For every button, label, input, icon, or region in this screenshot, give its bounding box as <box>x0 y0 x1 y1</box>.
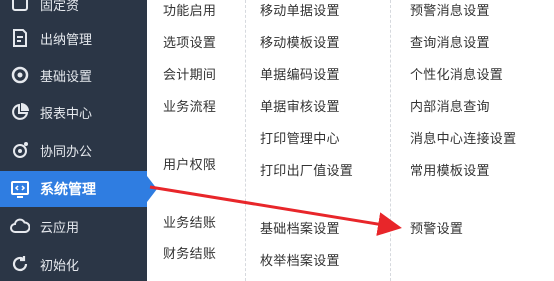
sidebar-item-fixed-assets[interactable]: 固定资 <box>0 0 147 20</box>
sidebar-item-label: 协同办公 <box>40 144 93 160</box>
sidebar-item-basic-settings[interactable]: 基础设置 <box>0 59 147 91</box>
menu-link-print-factory-defaults[interactable]: 打印出厂值设置 <box>260 160 353 179</box>
cashier-icon <box>10 28 30 48</box>
column-divider <box>390 0 391 281</box>
menu-link-business-closing[interactable]: 业务结账 <box>163 212 216 231</box>
sidebar-item-label: 系统管理 <box>40 182 96 198</box>
menu-link-mobile-document-settings[interactable]: 移动单据设置 <box>260 0 340 19</box>
sidebar-item-label: 固定资 <box>40 0 80 14</box>
menu-link-print-management-center[interactable]: 打印管理中心 <box>260 128 340 147</box>
box-icon <box>10 0 30 14</box>
menu-link-financial-closing[interactable]: 财务结账 <box>163 243 216 262</box>
cloud-icon <box>10 216 30 236</box>
menu-link-feature-enable[interactable]: 功能启用 <box>163 0 216 19</box>
menu-link-internal-message-query[interactable]: 内部消息查询 <box>410 96 490 115</box>
sidebar-item-label: 云应用 <box>40 220 80 236</box>
menu-link-common-template-settings[interactable]: 常用模板设置 <box>410 160 490 179</box>
menu-link-accounting-period[interactable]: 会计期间 <box>163 64 216 83</box>
menu-link-enum-archive-settings[interactable]: 枚举档案设置 <box>260 250 340 269</box>
sidebar-item-label: 报表中心 <box>40 106 93 122</box>
sidebar-item-reports[interactable]: 报表中心 <box>0 96 147 128</box>
refresh-icon <box>10 254 30 274</box>
menu-link-query-message-settings[interactable]: 查询消息设置 <box>410 32 490 51</box>
menu-link-document-approval-settings[interactable]: 单据审核设置 <box>260 96 340 115</box>
menu-link-options-settings[interactable]: 选项设置 <box>163 32 216 51</box>
pie-chart-icon <box>10 102 30 122</box>
menu-link-document-numbering-settings[interactable]: 单据编码设置 <box>260 64 340 83</box>
menu-link-business-process[interactable]: 业务流程 <box>163 96 216 115</box>
sidebar-item-collaboration[interactable]: 协同办公 <box>0 134 147 166</box>
code-monitor-icon <box>10 179 30 199</box>
sidebar-item-label: 初始化 <box>40 258 80 274</box>
gear-icon <box>10 65 30 85</box>
sidebar-item-label: 基础设置 <box>40 69 93 85</box>
column-divider <box>245 0 246 281</box>
sidebar-item-initialization[interactable]: 初始化 <box>0 248 147 280</box>
sidebar-item-cloud-apps[interactable]: 云应用 <box>0 210 147 242</box>
menu-link-basic-archive-settings[interactable]: 基础档案设置 <box>260 218 340 237</box>
sidebar-item-cashier[interactable]: 出纳管理 <box>0 22 147 54</box>
sidebar-item-system-management[interactable]: 系统管理 <box>0 171 147 207</box>
active-indicator-arrow <box>147 176 157 202</box>
menu-link-user-permissions[interactable]: 用户权限 <box>163 154 216 173</box>
menu-link-alert-settings[interactable]: 预警设置 <box>410 218 463 237</box>
sidebar: 固定资 出纳管理 基础设置 报表中心 协同办公 系统管理 云应用 初始化 <box>0 0 147 281</box>
menu-link-message-center-connection[interactable]: 消息中心连接设置 <box>410 128 516 147</box>
menu-link-alert-message-settings[interactable]: 预警消息设置 <box>410 0 490 19</box>
collab-icon <box>10 140 30 160</box>
menu-link-personalized-message-settings[interactable]: 个性化消息设置 <box>410 64 503 83</box>
menu-link-mobile-template-settings[interactable]: 移动模板设置 <box>260 32 340 51</box>
sidebar-item-label: 出纳管理 <box>40 32 93 48</box>
